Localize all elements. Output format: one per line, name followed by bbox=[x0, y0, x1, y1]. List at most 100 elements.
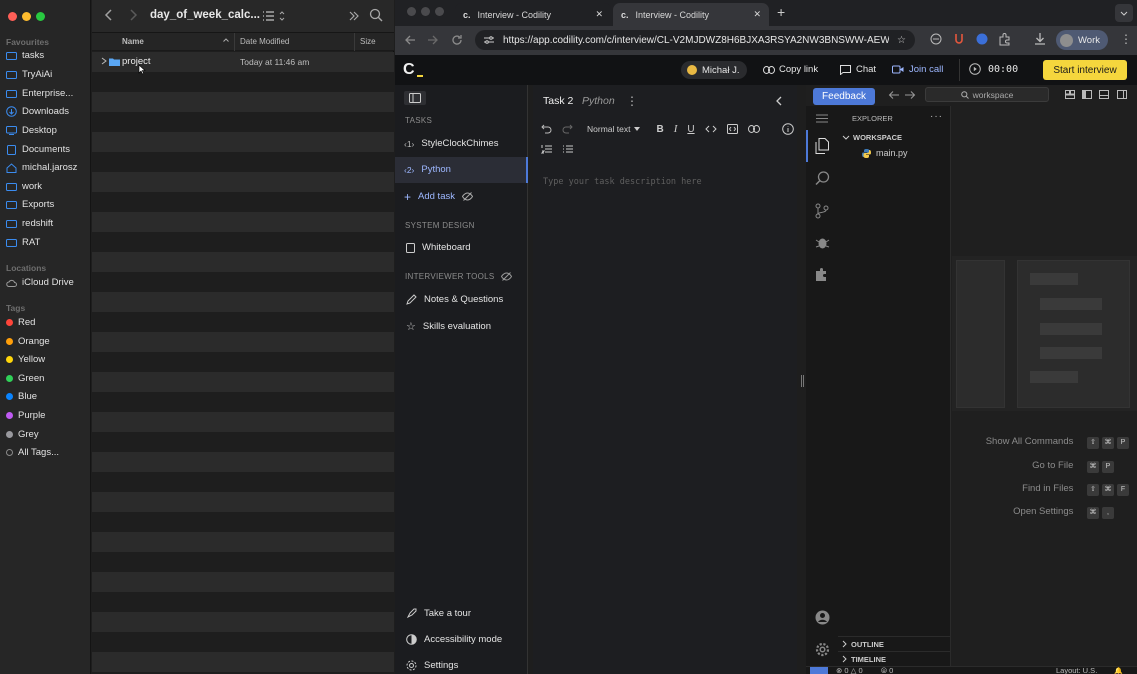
chat-button[interactable]: Chat bbox=[840, 64, 876, 75]
layout-customize-icon[interactable] bbox=[1065, 90, 1075, 99]
bold-icon[interactable]: B bbox=[656, 124, 663, 135]
problems-indicator[interactable]: ⊗ 0 △ 0 bbox=[836, 667, 863, 674]
whiteboard-item[interactable]: Whiteboard bbox=[406, 242, 471, 253]
forward-icon[interactable] bbox=[128, 8, 138, 22]
download-icon[interactable] bbox=[1033, 32, 1047, 46]
underline-icon[interactable]: U bbox=[687, 124, 694, 135]
task-item-1[interactable]: ‹1› StyleClockChimes bbox=[404, 138, 498, 149]
site-info-icon[interactable] bbox=[483, 35, 495, 45]
sidebar-toggle-icon[interactable] bbox=[404, 91, 426, 105]
sidebar-item-tryaiai[interactable]: TryAiAi bbox=[6, 69, 88, 80]
task-item-2[interactable]: ‹2› Python bbox=[404, 164, 451, 175]
size-column-header[interactable]: Size bbox=[360, 37, 376, 46]
menu-icon[interactable] bbox=[816, 114, 828, 123]
file-item-main-py[interactable]: main.py bbox=[862, 148, 908, 158]
toggle-secondary-sidebar-icon[interactable] bbox=[1117, 90, 1127, 99]
tag-yellow[interactable]: Yellow bbox=[6, 354, 88, 365]
minimize-window-button[interactable] bbox=[421, 7, 430, 16]
hint-open-settings[interactable]: Open Settings ⌘, bbox=[1013, 506, 1114, 519]
copy-link-button[interactable]: Copy link bbox=[763, 64, 818, 75]
tag-blue[interactable]: Blue bbox=[6, 391, 88, 402]
toggle-primary-sidebar-icon[interactable] bbox=[1082, 90, 1092, 99]
account-icon[interactable] bbox=[815, 610, 830, 625]
new-tab-icon[interactable]: + bbox=[777, 4, 785, 20]
search-icon[interactable] bbox=[815, 171, 830, 186]
nav-back-icon[interactable] bbox=[888, 90, 900, 100]
eye-off-icon[interactable] bbox=[500, 272, 512, 281]
list-view-icon[interactable] bbox=[262, 9, 288, 23]
link-icon[interactable] bbox=[747, 125, 760, 133]
notes-questions-item[interactable]: Notes & Questions bbox=[406, 294, 503, 305]
toggle-panel-icon[interactable] bbox=[1099, 90, 1109, 99]
search-icon[interactable] bbox=[369, 8, 383, 22]
outline-section[interactable]: OUTLINE bbox=[838, 636, 950, 651]
manage-gear-icon[interactable] bbox=[815, 642, 830, 657]
sidebar-item-rat[interactable]: RAT bbox=[6, 237, 88, 248]
close-window-button[interactable] bbox=[407, 7, 416, 16]
more-toolbar-icon[interactable] bbox=[348, 10, 360, 22]
back-icon[interactable] bbox=[404, 34, 416, 46]
tag-grey[interactable]: Grey bbox=[6, 429, 88, 440]
name-column-header[interactable]: Name bbox=[122, 37, 144, 46]
close-window-button[interactable] bbox=[8, 12, 17, 21]
join-call-button[interactable]: Join call bbox=[892, 64, 943, 75]
tag-purple[interactable]: Purple bbox=[6, 410, 88, 421]
date-column-header[interactable]: Date Modified bbox=[240, 37, 289, 46]
accessibility-mode-item[interactable]: Accessibility mode bbox=[406, 634, 502, 645]
hint-find-in-files[interactable]: Find in Files ⇧ ⌘ F bbox=[1022, 483, 1129, 496]
cast-icon[interactable] bbox=[929, 32, 943, 46]
sidebar-item-home[interactable]: michal.jarosz bbox=[6, 162, 88, 173]
bullet-list-icon[interactable] bbox=[562, 144, 573, 154]
notifications-bell-icon[interactable]: 🔔 bbox=[1114, 667, 1123, 674]
source-control-icon[interactable] bbox=[815, 203, 829, 219]
take-tour-item[interactable]: Take a tour bbox=[406, 608, 471, 619]
command-center-search[interactable]: workspace bbox=[925, 87, 1049, 102]
extensions-puzzle-icon[interactable] bbox=[998, 32, 1012, 46]
browser-tab-active[interactable]: c. Interview - Codility ✕ bbox=[613, 3, 769, 26]
inline-code-icon[interactable] bbox=[704, 125, 717, 133]
minimize-window-button[interactable] bbox=[22, 12, 31, 21]
run-debug-icon[interactable] bbox=[815, 235, 830, 250]
numbered-list-icon[interactable] bbox=[541, 144, 552, 154]
remote-indicator[interactable] bbox=[810, 667, 828, 674]
sidebar-item-icloud[interactable]: iCloud Drive bbox=[6, 277, 88, 288]
all-tags-item[interactable]: All Tags... bbox=[6, 447, 88, 458]
sidebar-item-desktop[interactable]: Desktop bbox=[6, 125, 88, 136]
text-style-select[interactable]: Normal text bbox=[587, 124, 641, 134]
extension-red-icon[interactable] bbox=[952, 32, 966, 46]
sidebar-item-tasks[interactable]: tasks bbox=[6, 50, 88, 61]
sidebar-item-documents[interactable]: Documents bbox=[6, 144, 88, 155]
tag-red[interactable]: Red bbox=[6, 317, 88, 328]
back-icon[interactable] bbox=[104, 8, 114, 22]
italic-icon[interactable]: I bbox=[674, 123, 678, 135]
extension-blue-icon[interactable] bbox=[975, 32, 989, 46]
reload-icon[interactable] bbox=[451, 34, 463, 46]
ports-indicator[interactable]: ⦾ 0 bbox=[881, 667, 893, 674]
timeline-section[interactable]: TIMELINE bbox=[838, 651, 950, 666]
table-row[interactable]: project Today at 11:46 am bbox=[92, 52, 394, 75]
info-icon[interactable] bbox=[781, 123, 794, 135]
zoom-window-button[interactable] bbox=[435, 7, 444, 16]
panel-resize-handle[interactable] bbox=[801, 375, 804, 387]
participant-badge[interactable]: Michał J. bbox=[681, 61, 748, 79]
more-actions-icon[interactable]: ··· bbox=[930, 111, 943, 122]
browser-tab[interactable]: c. Interview - Codility ✕ bbox=[455, 3, 611, 26]
feedback-button[interactable]: Feedback bbox=[813, 88, 875, 105]
collapse-panel-icon[interactable] bbox=[775, 96, 783, 106]
task-menu-icon[interactable]: ⋮ bbox=[626, 94, 638, 108]
keyboard-layout-indicator[interactable]: Layout: U.S. bbox=[1056, 667, 1097, 674]
hint-go-to-file[interactable]: Go to File ⌘ P bbox=[1032, 460, 1114, 473]
eye-off-icon[interactable] bbox=[461, 192, 473, 201]
profile-button[interactable]: Work bbox=[1056, 30, 1108, 50]
task-description-editor[interactable]: Type your task description here bbox=[543, 177, 702, 187]
tab-search-icon[interactable] bbox=[1115, 4, 1133, 22]
task-item-2-selected[interactable]: ‹2› Python bbox=[395, 157, 528, 183]
nav-forward-icon[interactable] bbox=[904, 90, 916, 100]
settings-item[interactable]: Settings bbox=[406, 660, 458, 671]
sort-ascending-icon[interactable] bbox=[222, 36, 230, 44]
sidebar-item-exports[interactable]: Exports bbox=[6, 199, 88, 210]
forward-icon[interactable] bbox=[427, 34, 439, 46]
zoom-window-button[interactable] bbox=[36, 12, 45, 21]
sidebar-item-enterprise[interactable]: Enterprise... bbox=[6, 88, 88, 99]
add-task-button[interactable]: + Add task bbox=[404, 191, 473, 203]
